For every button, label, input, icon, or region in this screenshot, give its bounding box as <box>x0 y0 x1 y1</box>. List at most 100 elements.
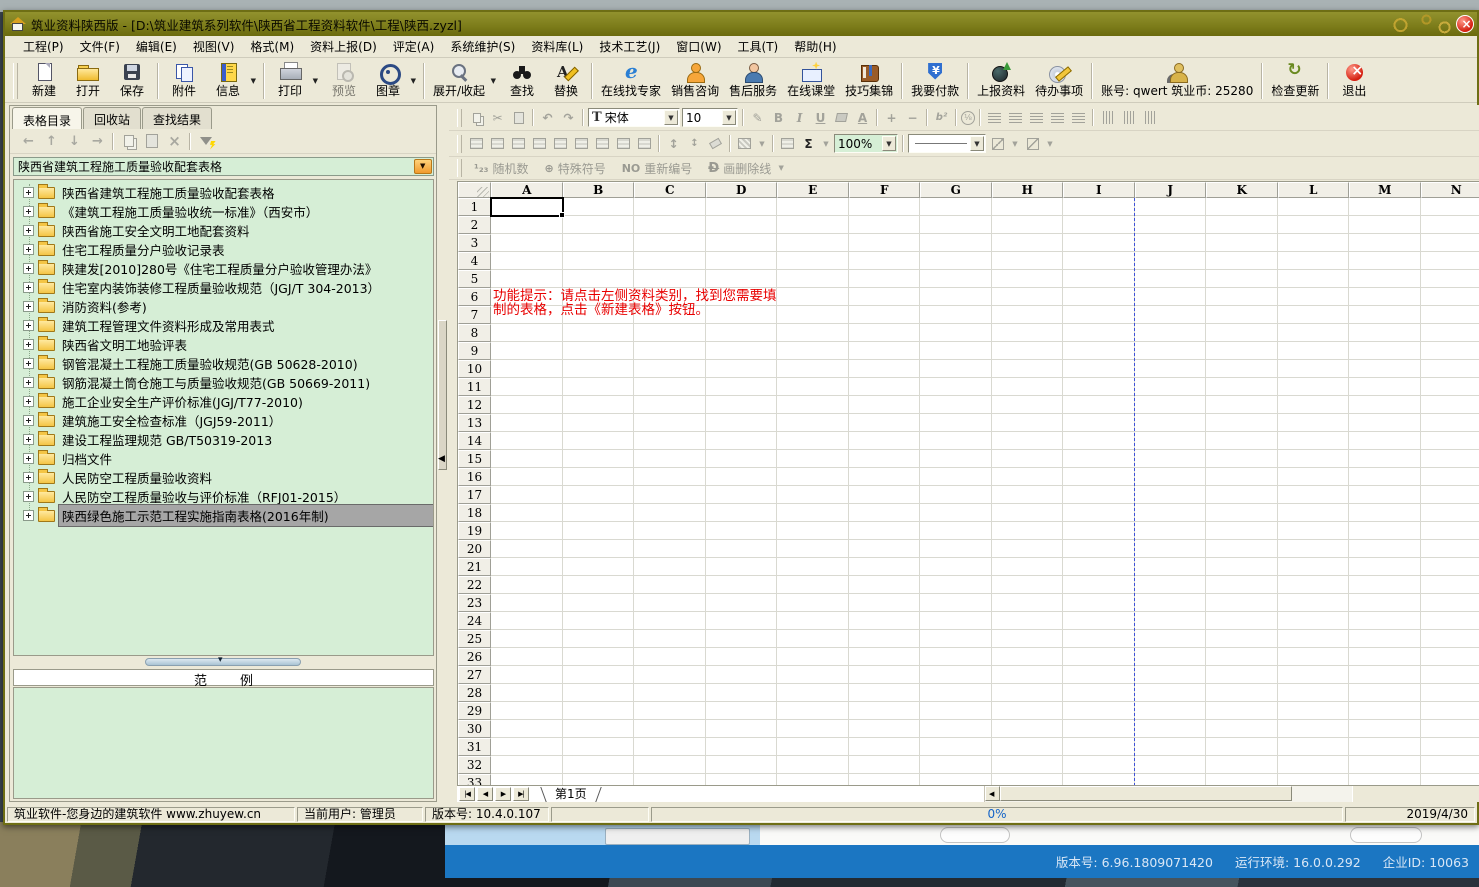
grid-cell[interactable] <box>706 612 778 630</box>
grid-cell[interactable] <box>1135 504 1207 522</box>
tree-item[interactable]: 陕建发[2010]280号《住宅工程质量分户验收管理办法》 <box>14 259 433 278</box>
grid-cell[interactable] <box>849 702 921 720</box>
toolbar-button-ie-globe[interactable]: 在线找专家 <box>596 61 666 101</box>
grid-cell[interactable] <box>1135 576 1207 594</box>
grid-cell[interactable] <box>1421 702 1479 720</box>
grid-cell[interactable] <box>634 558 706 576</box>
grid-cell[interactable] <box>1421 576 1479 594</box>
grid-cell[interactable] <box>1135 774 1207 785</box>
grid-cell[interactable] <box>849 342 921 360</box>
grid-cell[interactable] <box>992 306 1064 324</box>
grid-cell[interactable] <box>1421 414 1479 432</box>
combo-box[interactable]: T宋体 <box>588 108 680 127</box>
grid-cell[interactable] <box>634 594 706 612</box>
paste-icon[interactable] <box>141 132 162 151</box>
row-header[interactable]: 13 <box>458 414 491 432</box>
eraser-icon[interactable] <box>706 135 725 153</box>
tree-item[interactable]: 人民防空工程质量验收资料 <box>14 468 433 487</box>
grid-cell[interactable] <box>1063 396 1135 414</box>
grid-cell[interactable] <box>777 684 849 702</box>
grid-cell[interactable] <box>920 756 992 774</box>
grid-cell[interactable] <box>563 234 635 252</box>
grid-cell[interactable] <box>1206 486 1278 504</box>
grid-cell[interactable] <box>1349 342 1421 360</box>
grid-cell[interactable] <box>491 648 563 666</box>
grid-cell[interactable] <box>777 630 849 648</box>
grid-cell[interactable] <box>634 324 706 342</box>
grid-cell[interactable] <box>849 594 921 612</box>
toolbar-button-tips-book[interactable]: 技巧集锦 <box>840 61 898 101</box>
grid-cell[interactable] <box>634 576 706 594</box>
dropdown-arrow-icon[interactable] <box>491 77 496 85</box>
grid-cell[interactable] <box>706 252 778 270</box>
grid-cell[interactable] <box>1135 594 1207 612</box>
grid-cell[interactable] <box>706 630 778 648</box>
grid-cell[interactable] <box>992 486 1064 504</box>
toolbar-button-todo-disc[interactable]: 待办事项 <box>1030 61 1088 101</box>
grid-cell[interactable] <box>992 630 1064 648</box>
dropdown-arrow-icon[interactable] <box>882 136 896 151</box>
grid-cell[interactable] <box>491 234 563 252</box>
grid-cell[interactable] <box>920 720 992 738</box>
grid-cell[interactable] <box>1349 468 1421 486</box>
menu-item[interactable]: 文件(F) <box>72 36 128 57</box>
grid-cell[interactable] <box>1206 666 1278 684</box>
grid-cell[interactable] <box>1349 684 1421 702</box>
grid-cell[interactable] <box>634 432 706 450</box>
grid-cell[interactable] <box>491 738 563 756</box>
grid-cell[interactable] <box>1206 576 1278 594</box>
grid-cell[interactable] <box>1063 720 1135 738</box>
tree-item[interactable]: 《建筑工程施工质量验收统一标准》（西安市） <box>14 202 433 221</box>
grid-cell[interactable] <box>1278 414 1350 432</box>
grid-cell[interactable] <box>992 252 1064 270</box>
grid-cell[interactable] <box>992 774 1064 785</box>
sheet-settings-icon[interactable] <box>778 135 797 153</box>
toolbar-button-find-binoculars[interactable]: 查找 <box>500 61 544 101</box>
grid-cell[interactable] <box>1206 684 1278 702</box>
grid-cell[interactable] <box>992 522 1064 540</box>
grid-cell[interactable] <box>1135 216 1207 234</box>
grid-cell[interactable] <box>1349 522 1421 540</box>
table-op-8-icon[interactable] <box>614 135 633 153</box>
grid-cell[interactable] <box>1063 540 1135 558</box>
row-header[interactable]: 15 <box>458 450 491 468</box>
grid-cell[interactable] <box>706 774 778 785</box>
grid-cell[interactable] <box>1421 774 1479 785</box>
dropdown-arrow-icon[interactable] <box>1009 136 1021 152</box>
grid-cell[interactable] <box>777 558 849 576</box>
copy-pages-icon[interactable] <box>118 132 139 151</box>
column-header[interactable]: B <box>563 182 635 198</box>
grid-cell[interactable] <box>849 522 921 540</box>
tab-search-results[interactable]: 查找结果 <box>142 107 212 129</box>
grid-cell[interactable] <box>1349 216 1421 234</box>
grid-cell[interactable] <box>920 576 992 594</box>
toolbar-button-attach-pages[interactable]: 附件 <box>162 61 206 101</box>
grid-cell[interactable] <box>1278 558 1350 576</box>
grid-cell[interactable] <box>563 558 635 576</box>
line-spacing-dec-icon[interactable]: ↕ <box>685 135 704 153</box>
grid-cell[interactable] <box>849 450 921 468</box>
expander-icon[interactable] <box>23 510 34 521</box>
grid-cell[interactable] <box>1421 468 1479 486</box>
menu-item[interactable]: 帮助(H) <box>786 36 844 57</box>
grid-cell[interactable] <box>1135 486 1207 504</box>
grid-cell[interactable] <box>706 486 778 504</box>
format-button-3[interactable]: Đ画删除线 <box>701 158 794 178</box>
dropdown-arrow-icon[interactable] <box>756 136 768 152</box>
grid-cell[interactable] <box>992 612 1064 630</box>
arrow-up-icon[interactable]: ↑ <box>41 132 62 151</box>
bold-icon[interactable]: B <box>769 109 788 127</box>
scroll-left-button[interactable] <box>985 786 1000 801</box>
grid-cell[interactable] <box>706 684 778 702</box>
grid-cell[interactable] <box>1063 648 1135 666</box>
grid-cell[interactable] <box>706 324 778 342</box>
grid-cell[interactable] <box>1421 324 1479 342</box>
cut-icon[interactable]: ✂ <box>488 109 507 127</box>
selected-cell[interactable] <box>490 197 564 217</box>
tree-item[interactable]: 建筑施工安全检查标准（JGJ59-2011） <box>14 411 433 430</box>
column-header[interactable]: G <box>920 182 992 198</box>
grid-cell[interactable] <box>1206 594 1278 612</box>
grid-cell[interactable] <box>777 612 849 630</box>
grid-cell[interactable] <box>1135 432 1207 450</box>
toolbar-button-account-person[interactable]: 账号: qwert 筑业币: 25280 <box>1096 61 1258 101</box>
